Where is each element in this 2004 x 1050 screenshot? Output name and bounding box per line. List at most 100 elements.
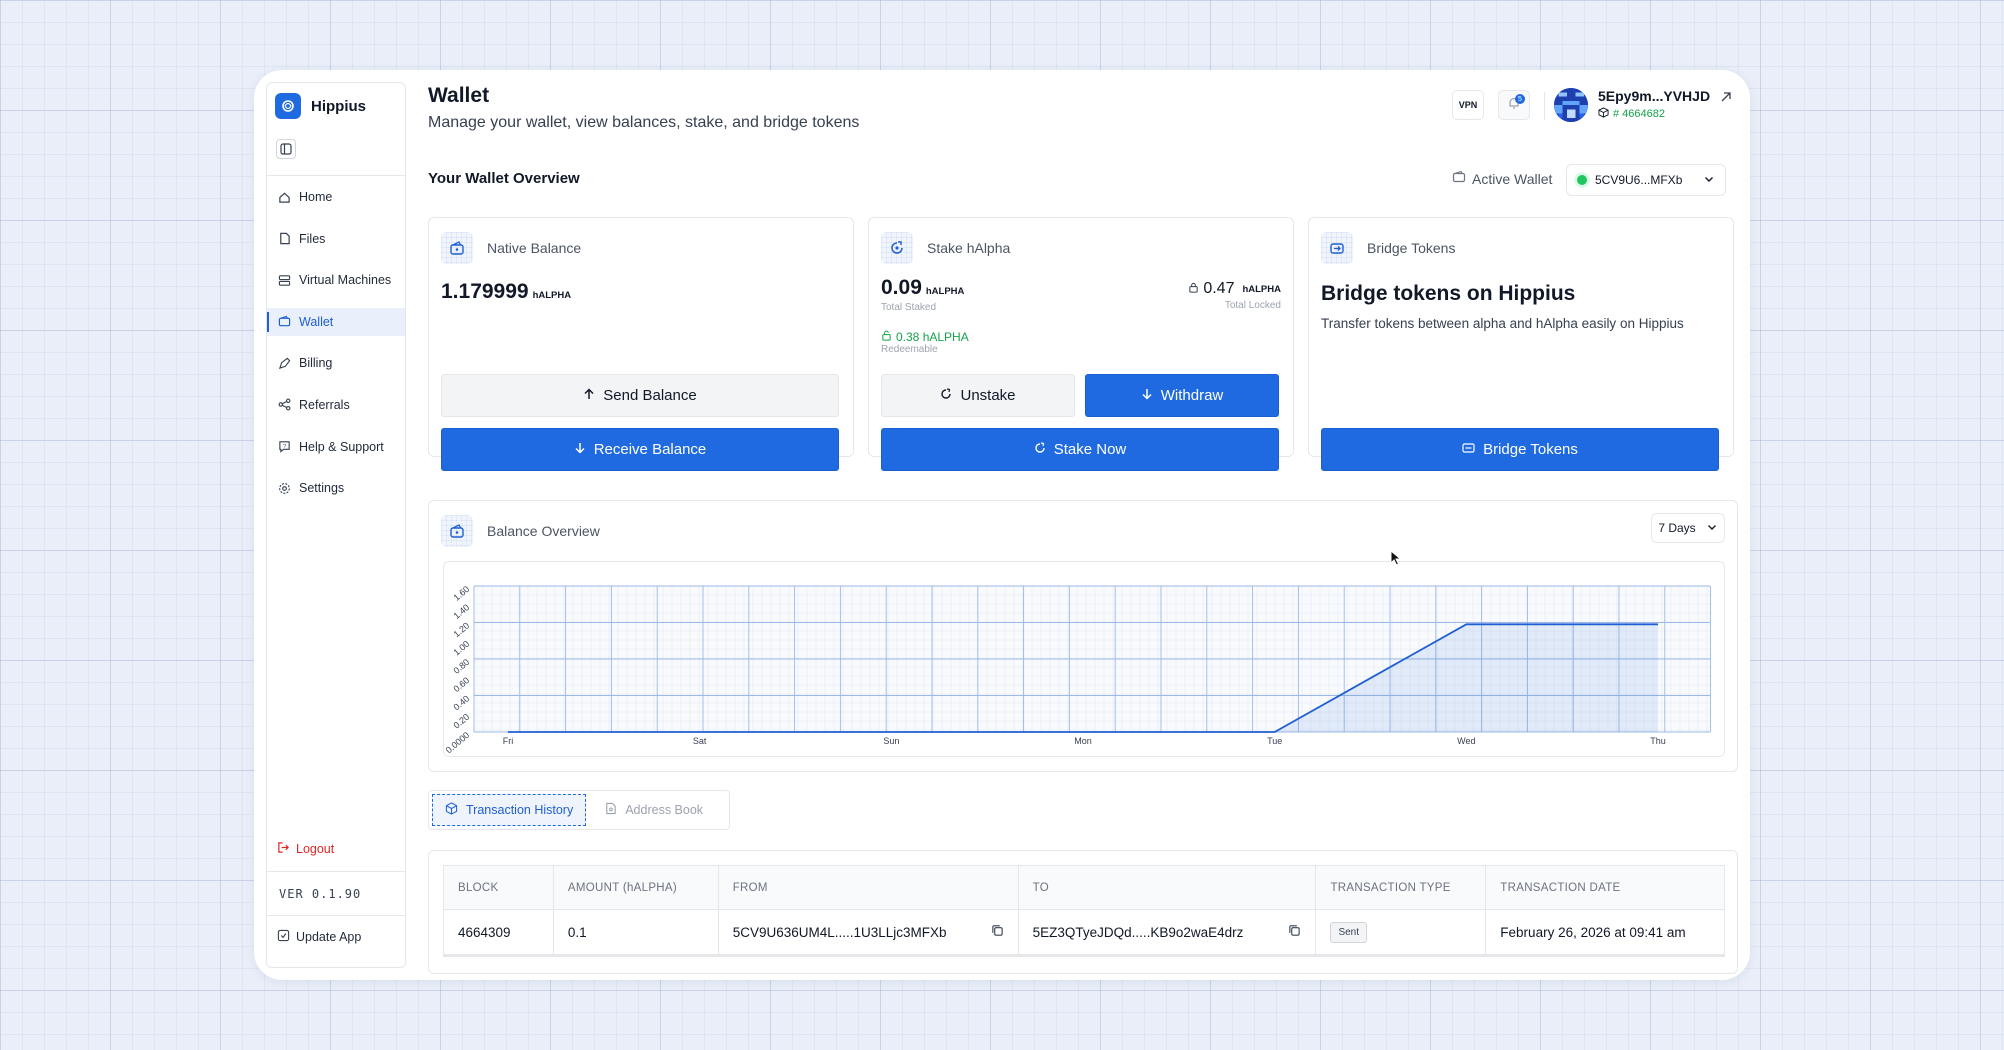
sidebar-item-home[interactable]: Home [267, 183, 405, 211]
lock-icon [1188, 280, 1199, 298]
book-icon [604, 802, 617, 818]
chevron-down-icon [1706, 521, 1718, 536]
total-locked: 0.47 hALPHA Total Locked [1188, 280, 1281, 311]
redeemable: 0.38 hALPHA Redeemable [881, 330, 969, 355]
receive-balance-label: Receive Balance [593, 441, 707, 458]
sidebar-item-label: Wallet [299, 314, 334, 329]
logout-button[interactable]: Logout [277, 841, 334, 857]
update-label: Update App [296, 930, 362, 944]
column-header[interactable]: TRANSACTION DATE [1485, 865, 1725, 910]
tab-address-book[interactable]: Address Book [592, 794, 715, 826]
stake-icon [881, 232, 913, 264]
share-icon [277, 398, 291, 412]
transaction-type-badge: Sent [1330, 921, 1368, 943]
wallet-lock-icon [441, 232, 473, 264]
sidebar-divider [267, 871, 405, 872]
native-balance-value: 1.179999 [441, 280, 529, 303]
cube-icon [1598, 107, 1609, 121]
bridge-heading: Bridge tokens on Hippius [1321, 282, 1576, 305]
notifications-button[interactable]: 5 [1498, 90, 1530, 120]
stake-now-button[interactable]: Stake Now [881, 428, 1279, 471]
sidebar-item-virtual-machines[interactable]: Virtual Machines [267, 266, 405, 294]
receive-balance-button[interactable]: Receive Balance [441, 428, 839, 471]
staked-value: 0.09 [881, 276, 922, 299]
balance-overview-card: Balance Overview 7 Days 0.0000 0.20 0.40 0.… [428, 500, 1738, 772]
table-row[interactable]: 4664309 0.1 5CV9U636UM4L.....1U3LLjc3MFX… [443, 909, 1725, 957]
card-header: Bridge Tokens [1321, 232, 1455, 264]
sidebar-item-label: Referrals [299, 397, 350, 412]
column-header[interactable]: TO [1018, 865, 1317, 910]
brand[interactable]: Hippius [275, 93, 366, 119]
card-title: Balance Overview [487, 523, 600, 539]
sidebar-item-referrals[interactable]: Referrals [267, 391, 405, 419]
column-header[interactable]: BLOCK [443, 865, 554, 910]
date-cell: February 26, 2026 at 09:41 am [1485, 909, 1725, 957]
active-wallet-select[interactable]: 5CV9U6...MFXb [1566, 164, 1726, 196]
from-cell: 5CV9U636UM4L.....1U3LLjc3MFXb [718, 909, 1019, 957]
send-balance-button[interactable]: Send Balance [441, 374, 839, 417]
sidebar-item-label: Home [299, 190, 333, 204]
bridge-card: Bridge Tokens Bridge tokens on Hippius T… [1308, 217, 1734, 471]
unlock-icon [881, 330, 892, 344]
y-tick-label: 0.40 [451, 693, 471, 712]
range-value: 7 Days [1658, 521, 1696, 535]
table-header-row: BLOCK AMOUNT (hALPHA) FROM TO TRANSACTIO… [443, 865, 1725, 910]
svg-text:?: ? [282, 444, 285, 450]
sidebar-item-wallet[interactable]: Wallet [267, 307, 405, 336]
withdraw-label: Withdraw [1160, 387, 1224, 404]
unstake-button[interactable]: Unstake [881, 374, 1075, 417]
unstake-icon [940, 387, 952, 404]
copy-icon[interactable] [1288, 924, 1301, 940]
native-balance-value-row: 1.179999 hALPHA [441, 280, 571, 304]
sidebar-collapse-icon[interactable] [276, 139, 296, 159]
y-tick-label: 1.60 [451, 584, 471, 603]
history-tabs: Transaction History Address Book [428, 790, 730, 830]
card-header: Native Balance [441, 232, 581, 264]
staked-unit: hALPHA [925, 286, 965, 297]
bridge-tokens-button[interactable]: Bridge Tokens [1321, 428, 1719, 471]
chevron-down-icon [1703, 173, 1715, 188]
y-tick-label: 1.20 [451, 620, 471, 639]
y-tick-label: 0.0000 [444, 730, 471, 755]
update-app-button[interactable]: Update App [277, 929, 361, 945]
sidebar-item-help[interactable]: ? Help & Support [267, 433, 405, 461]
sidebar-item-label: Billing [299, 356, 333, 371]
x-tick-label: Fri [503, 736, 514, 746]
bridge-description: Transfer tokens between alpha and hAlpha… [1321, 316, 1684, 331]
account-address: 5Epy9m...YVHJD [1598, 88, 1711, 104]
server-icon [277, 273, 291, 287]
logout-icon [277, 841, 290, 857]
update-icon [277, 929, 290, 945]
avatar[interactable] [1554, 88, 1588, 122]
sidebar-item-settings[interactable]: Settings [267, 474, 405, 502]
copy-icon[interactable] [991, 924, 1004, 940]
sidebar-item-billing[interactable]: Billing [267, 349, 405, 377]
card-title: Stake hAlpha [927, 240, 1011, 256]
y-tick-label: 0.80 [451, 657, 471, 676]
tab-transaction-history[interactable]: Transaction History [432, 794, 587, 826]
external-link-icon[interactable] [1720, 90, 1732, 108]
sidebar-item-files[interactable]: Files [267, 225, 405, 253]
card-title: Bridge Tokens [1367, 240, 1456, 256]
hippius-logo-icon [275, 93, 301, 119]
range-select[interactable]: 7 Days [1651, 513, 1725, 543]
notification-count-badge: 5 [1515, 94, 1525, 104]
withdraw-button[interactable]: Withdraw [1085, 374, 1279, 417]
page-subtitle: Manage your wallet, view balances, stake… [428, 114, 860, 131]
sidebar-nav: Home Files Virtual Machines Wallet Billi… [267, 183, 405, 516]
column-header[interactable]: FROM [718, 865, 1019, 910]
sidebar-item-label: Virtual Machines [299, 273, 392, 288]
to-address: 5EZ3QTyeJDQd.....KB9o2waE4drz [1032, 924, 1244, 940]
x-tick-label: Tue [1267, 736, 1282, 746]
vpn-button[interactable]: VPN [1452, 90, 1484, 120]
block-number: # 4664682 [1613, 108, 1665, 120]
sidebar-item-label: Files [299, 231, 326, 246]
overview-title: Your Wallet Overview [428, 170, 580, 187]
column-header[interactable]: TRANSACTION TYPE [1315, 865, 1487, 910]
x-tick-label: Sat [693, 736, 707, 746]
version-label: VER 0.1.90 [279, 887, 362, 901]
y-tick-label: 0.60 [451, 675, 471, 694]
to-cell: 5EZ3QTyeJDQd.....KB9o2waE4drz [1018, 909, 1317, 957]
column-header[interactable]: AMOUNT (hALPHA) [553, 865, 719, 910]
card-title: Native Balance [487, 240, 582, 256]
